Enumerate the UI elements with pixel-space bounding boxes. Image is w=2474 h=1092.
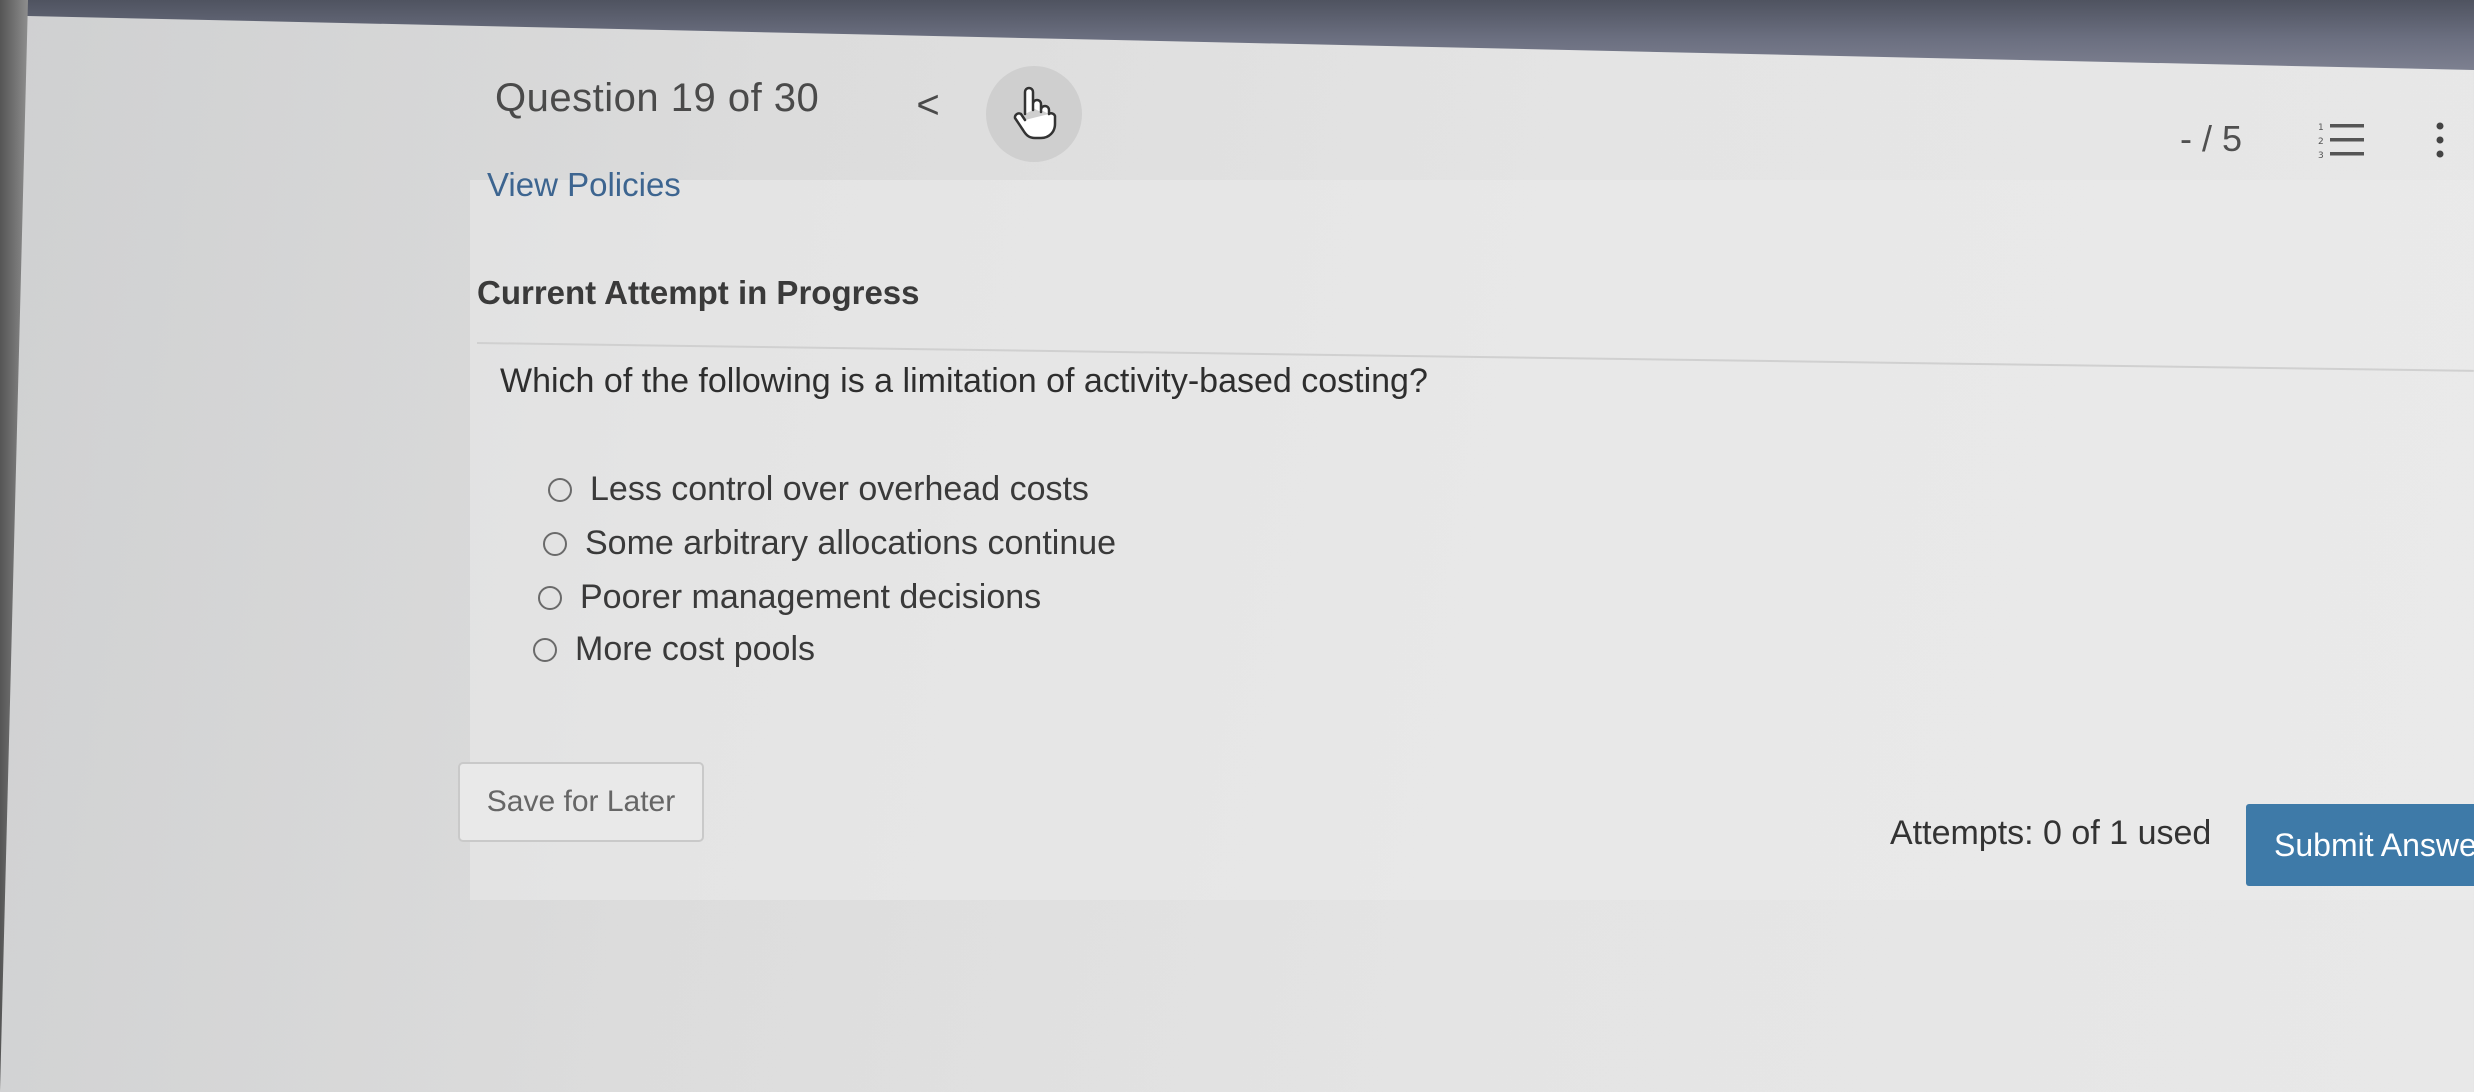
save-for-later-button[interactable]: Save for Later — [458, 762, 704, 842]
monitor-left-bezel — [0, 0, 28, 1092]
svg-text:1: 1 — [2318, 123, 2324, 133]
svg-text:3: 3 — [2318, 151, 2324, 160]
answer-option[interactable]: More cost pools — [533, 630, 815, 669]
radio-button[interactable] — [538, 585, 562, 610]
svg-text:2: 2 — [2318, 137, 2324, 147]
radio-button[interactable] — [543, 531, 567, 556]
submit-answer-button[interactable]: Submit Answer — [2246, 804, 2474, 886]
answer-option[interactable]: Poorer management decisions — [538, 578, 1041, 617]
answer-option[interactable]: Some arbitrary allocations continue — [543, 524, 1116, 563]
view-policies-link[interactable]: View Policies — [487, 166, 681, 204]
next-question-button[interactable] — [986, 66, 1082, 162]
score-display: - / 5 — [2180, 118, 2243, 159]
radio-button[interactable] — [548, 477, 572, 502]
answer-option-label: Less control over overhead costs — [590, 470, 1089, 508]
previous-question-button[interactable]: < — [908, 80, 948, 130]
numbered-list-icon[interactable]: 1 2 3 — [2318, 120, 2368, 161]
answer-option-label: Poorer management decisions — [580, 578, 1042, 616]
question-text: Which of the following is a limitation o… — [500, 362, 1428, 400]
kebab-menu-icon[interactable] — [2430, 120, 2450, 160]
monitor-top-bezel — [0, 0, 2474, 70]
attempts-counter: Attempts: 0 of 1 used — [1890, 814, 2212, 852]
attempt-heading: Current Attempt in Progress — [477, 274, 920, 311]
hand-pointer-icon — [1011, 84, 1057, 145]
question-counter: Question 19 of 30 — [495, 76, 820, 120]
answer-option[interactable]: Less control over overhead costs — [548, 470, 1089, 509]
answer-option-label: More cost pools — [575, 630, 815, 668]
radio-button[interactable] — [533, 637, 557, 662]
answer-option-label: Some arbitrary allocations continue — [585, 524, 1117, 562]
